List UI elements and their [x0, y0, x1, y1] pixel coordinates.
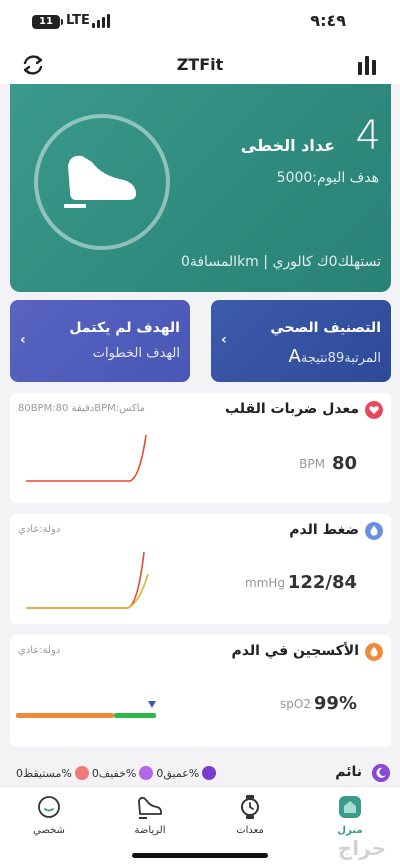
- chevron-left-icon: ‹: [221, 332, 227, 348]
- tab-devices[interactable]: معدات: [215, 793, 285, 836]
- sleep-legend-deep: عميق0%: [156, 766, 200, 780]
- deep-dot: [202, 766, 217, 780]
- goal-title: الهدف لم يكتمل: [69, 320, 180, 336]
- tab-sports[interactable]: الرياضة: [115, 793, 185, 836]
- steps-progress-ring: [34, 114, 170, 250]
- heart-rate-title: معدل ضربات القلب: [224, 401, 359, 417]
- steps-goal: هدف اليوم:5000: [276, 170, 379, 186]
- signal-icon: [92, 14, 112, 28]
- steps-card[interactable]: 4 عداد الخطى هدف اليوم:5000 المسافة0km |…: [10, 84, 391, 292]
- watch-icon: [241, 795, 259, 819]
- tab-profile-label: شخصي: [33, 825, 65, 836]
- tab-home-label: منزل: [337, 825, 363, 836]
- blood-pressure-value: 122/84: [287, 572, 357, 593]
- oxygen-marker-icon: [148, 701, 156, 708]
- home-icon: [339, 796, 361, 818]
- oxygen-title: الأكسجين في الدم: [231, 643, 360, 659]
- app-title: ZTFit: [176, 55, 224, 74]
- health-rank-text: المرتبة89نتيجة: [300, 351, 381, 366]
- sleep-legend-awake: مستيقظ0%: [16, 766, 72, 780]
- blood-pressure-meta: دولة:عادي: [18, 524, 61, 535]
- heart-rate-card[interactable]: معدل ضربات القلب 80BPM:دقيقة 80BPM:ماكس …: [10, 393, 391, 503]
- light-dot: [139, 766, 154, 780]
- heart-rate-unit: BPM: [299, 457, 325, 471]
- oxygen-unit: spO2: [280, 697, 311, 711]
- home-indicator: [132, 853, 268, 858]
- app-bar: ZTFit: [0, 46, 400, 84]
- moon-icon: [372, 764, 390, 782]
- bar-chart-icon: [358, 56, 376, 75]
- health-score-card[interactable]: التصنيف الصحي Aالمرتبة89نتيجة ‹: [211, 300, 391, 382]
- tab-sports-label: الرياضة: [134, 825, 166, 836]
- watermark: حراج: [337, 836, 386, 860]
- distance-calories: المسافة0km | تستهلك0ك كالوري: [180, 254, 381, 270]
- heart-rate-chart: [26, 434, 147, 482]
- blood-pressure-chart: [26, 551, 149, 609]
- heart-rate-value: 80: [331, 453, 357, 474]
- statistics-button[interactable]: [356, 54, 378, 76]
- health-grade: A: [288, 346, 301, 367]
- health-score-rank: Aالمرتبة89نتيجة: [289, 346, 381, 367]
- oxygen-icon: [365, 643, 383, 661]
- oxygen-scale: [16, 701, 156, 718]
- steps-count: 4: [355, 113, 381, 159]
- chevron-left-icon: ‹: [20, 332, 26, 348]
- health-score-title: التصنيف الصحي: [270, 320, 381, 336]
- blood-pressure-title: ضغط الدم: [289, 522, 359, 538]
- blood-pressure-card[interactable]: ضغط الدم دولة:عادي 122/84 mmHg: [10, 514, 391, 624]
- tab-profile[interactable]: شخصي: [14, 793, 84, 836]
- sleep-legend-light: خفيف0%: [91, 766, 137, 780]
- heart-icon: [365, 401, 383, 419]
- status-bar: 11 LTE ٩:٤٩: [0, 0, 400, 46]
- network-type: LTE: [66, 13, 90, 28]
- sleep-title: نائم: [335, 764, 362, 780]
- drop-icon: [365, 522, 383, 540]
- clock: ٩:٤٩: [310, 11, 346, 30]
- oxygen-card[interactable]: الأكسجين في الدم دولة:عادي 99% spO2: [10, 635, 391, 747]
- goal-card[interactable]: الهدف لم يكتمل الهدف الخطوات ‹: [10, 300, 190, 382]
- steps-label: عداد الخطى: [240, 136, 335, 155]
- tab-home[interactable]: منزل: [315, 793, 385, 836]
- oxygen-meta: دولة:عادي: [18, 645, 61, 656]
- battery-indicator: 11: [32, 15, 63, 29]
- sleep-card[interactable]: نائم مستيقظ0% خفيف0% عميق0%: [0, 758, 400, 786]
- person-icon: [38, 796, 60, 818]
- shoe-icon: [64, 155, 136, 208]
- sleep-legend: مستيقظ0% خفيف0% عميق0%: [16, 766, 217, 780]
- heart-rate-meta: 80BPM:دقيقة 80BPM:ماكس: [18, 403, 146, 414]
- awake-dot: [74, 766, 89, 780]
- shoe-icon: [138, 796, 162, 819]
- blood-pressure-unit: mmHg: [244, 576, 285, 590]
- goal-subtitle: الهدف الخطوات: [92, 346, 180, 361]
- oxygen-value: 99%: [313, 693, 357, 714]
- tab-devices-label: معدات: [236, 825, 264, 836]
